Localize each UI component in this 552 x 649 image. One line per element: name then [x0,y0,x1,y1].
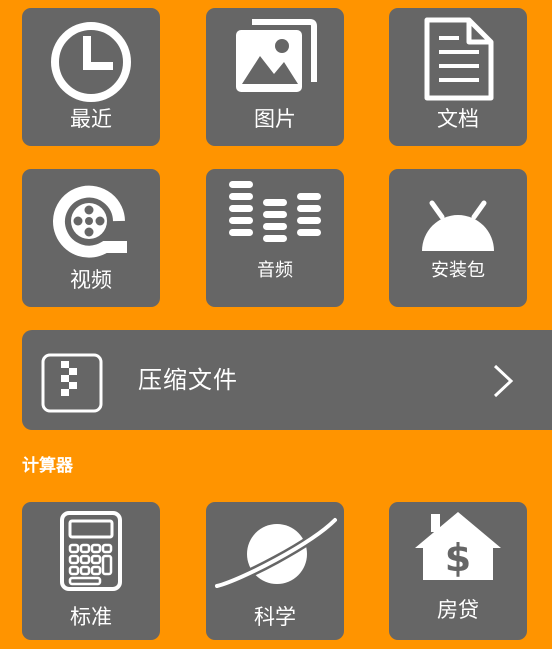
image-gallery-icon [206,16,344,98]
calculator-label-scientific: 科学 [254,605,296,629]
calculator-icon [22,510,160,592]
calculator-section-heading: 计算器 [22,456,73,476]
svg-text:$: $ [445,536,471,580]
category-tile-recent[interactable]: 最近 [22,8,160,146]
android-icon [389,199,527,253]
calculator-tile-scientific[interactable]: 科学 [206,502,344,640]
category-label-images: 图片 [254,107,296,131]
chevron-right-icon [492,364,514,402]
calculator-tile-standard[interactable]: 标准 [22,502,160,640]
film-reel-icon [22,181,160,261]
category-tile-video[interactable]: 视频 [22,169,160,307]
category-label-apk: 安装包 [431,260,485,281]
archive-row[interactable]: 压缩文件 [22,330,552,430]
planet-icon [206,512,344,596]
document-icon [389,16,527,102]
category-tile-apk[interactable]: 安装包 [389,169,527,307]
calculator-label-mortgage: 房贷 [437,598,479,622]
category-label-audio: 音频 [257,260,293,281]
archive-label: 压缩文件 [138,366,238,394]
category-tile-images[interactable]: 图片 [206,8,344,146]
clock-icon [22,20,160,104]
category-label-recent: 最近 [70,107,112,131]
calculator-label-standard: 标准 [70,605,112,629]
calculator-tile-mortgage[interactable]: $ 房贷 [389,502,527,640]
zip-archive-icon [41,353,103,417]
category-tile-docs[interactable]: 文档 [389,8,527,146]
category-label-video: 视频 [70,268,112,292]
category-tile-audio[interactable]: 音频 [206,169,344,307]
equalizer-icon [206,181,344,247]
house-dollar-icon: $ [389,510,527,582]
category-label-docs: 文档 [437,107,479,131]
